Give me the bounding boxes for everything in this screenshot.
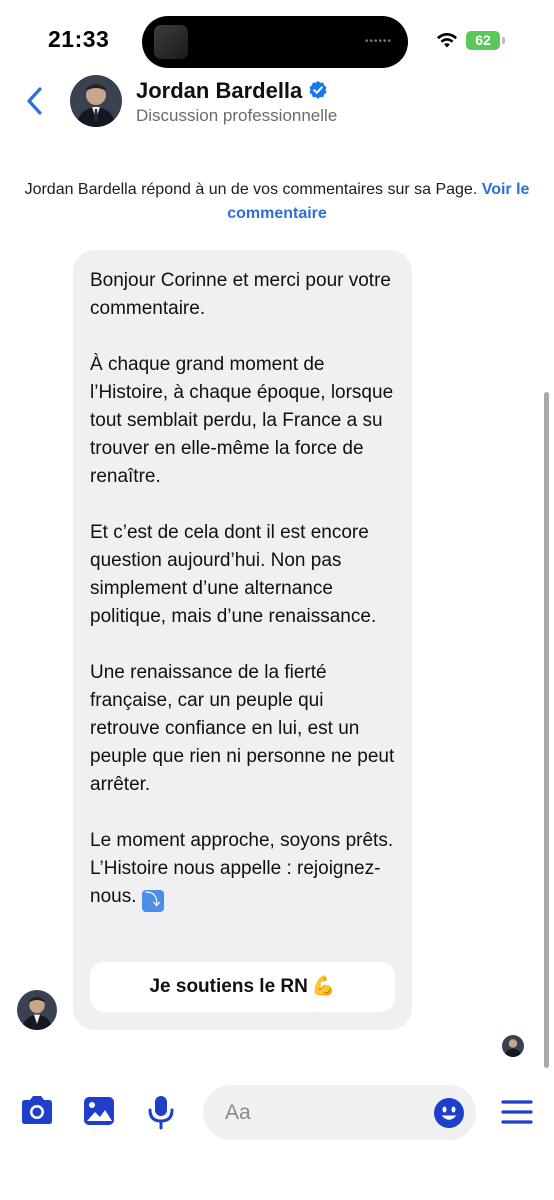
contact-subtitle: Discussion professionnelle — [136, 106, 338, 125]
status-bar: 21:33 •••••• 62 — [0, 0, 554, 80]
message-bubble[interactable]: Bonjour Corinne et merci pour votre comm… — [73, 250, 412, 1030]
notice-text: Jordan Bardella répond à un de vos comme… — [24, 181, 478, 198]
quick-reply-button[interactable]: Je soutiens le RN 💪 — [90, 962, 395, 1012]
battery-tip — [502, 37, 505, 44]
wifi-icon — [437, 32, 457, 48]
message-paragraph-last: Le moment approche, soyons prêts. L’Hist… — [90, 827, 396, 912]
microphone-icon[interactable] — [146, 1094, 176, 1130]
scrollbar[interactable] — [544, 392, 549, 1068]
message-input[interactable] — [225, 1099, 415, 1127]
sender-avatar[interactable] — [17, 990, 57, 1030]
dynamic-island: •••••• — [142, 16, 408, 68]
verified-badge-icon — [309, 81, 327, 99]
arrow-down-right-icon: ⤵ — [141, 890, 164, 912]
message-paragraph-text: Le moment approche, soyons prêts. L’Hist… — [90, 830, 394, 907]
system-notice: Jordan Bardella répond à un de vos comme… — [24, 178, 530, 226]
now-playing-thumbnail — [154, 25, 188, 59]
message-paragraph: À chaque grand moment de l’Histoire, à c… — [90, 354, 394, 487]
battery-indicator: 62 — [466, 31, 500, 50]
contact-name[interactable]: Jordan Bardella — [136, 78, 328, 104]
chat-header: Jordan Bardella Discussion professionnel… — [0, 70, 554, 136]
message-composer — [0, 1080, 554, 1144]
read-receipt-avatar — [502, 1035, 524, 1057]
message-paragraph: Bonjour Corinne et merci pour votre comm… — [90, 270, 391, 319]
contact-name-text: Jordan Bardella — [136, 78, 303, 103]
message-paragraph: Et c’est de cela dont il est encore ques… — [90, 522, 377, 627]
message-input-wrapper — [203, 1085, 476, 1140]
menu-icon[interactable] — [500, 1098, 534, 1126]
camera-icon[interactable] — [18, 1094, 56, 1128]
avatar[interactable] — [70, 75, 122, 127]
emoji-icon[interactable] — [433, 1097, 465, 1129]
message-paragraph: Une renaissance de la fierté française, … — [90, 662, 395, 795]
flexed-biceps-icon: 💪 — [311, 976, 336, 997]
chevron-left-icon[interactable] — [20, 84, 50, 118]
photo-icon[interactable] — [81, 1094, 117, 1128]
island-indicator: •••••• — [364, 36, 392, 47]
status-time: 21:33 — [48, 26, 110, 52]
quick-reply-label: Je soutiens le RN — [149, 976, 308, 997]
